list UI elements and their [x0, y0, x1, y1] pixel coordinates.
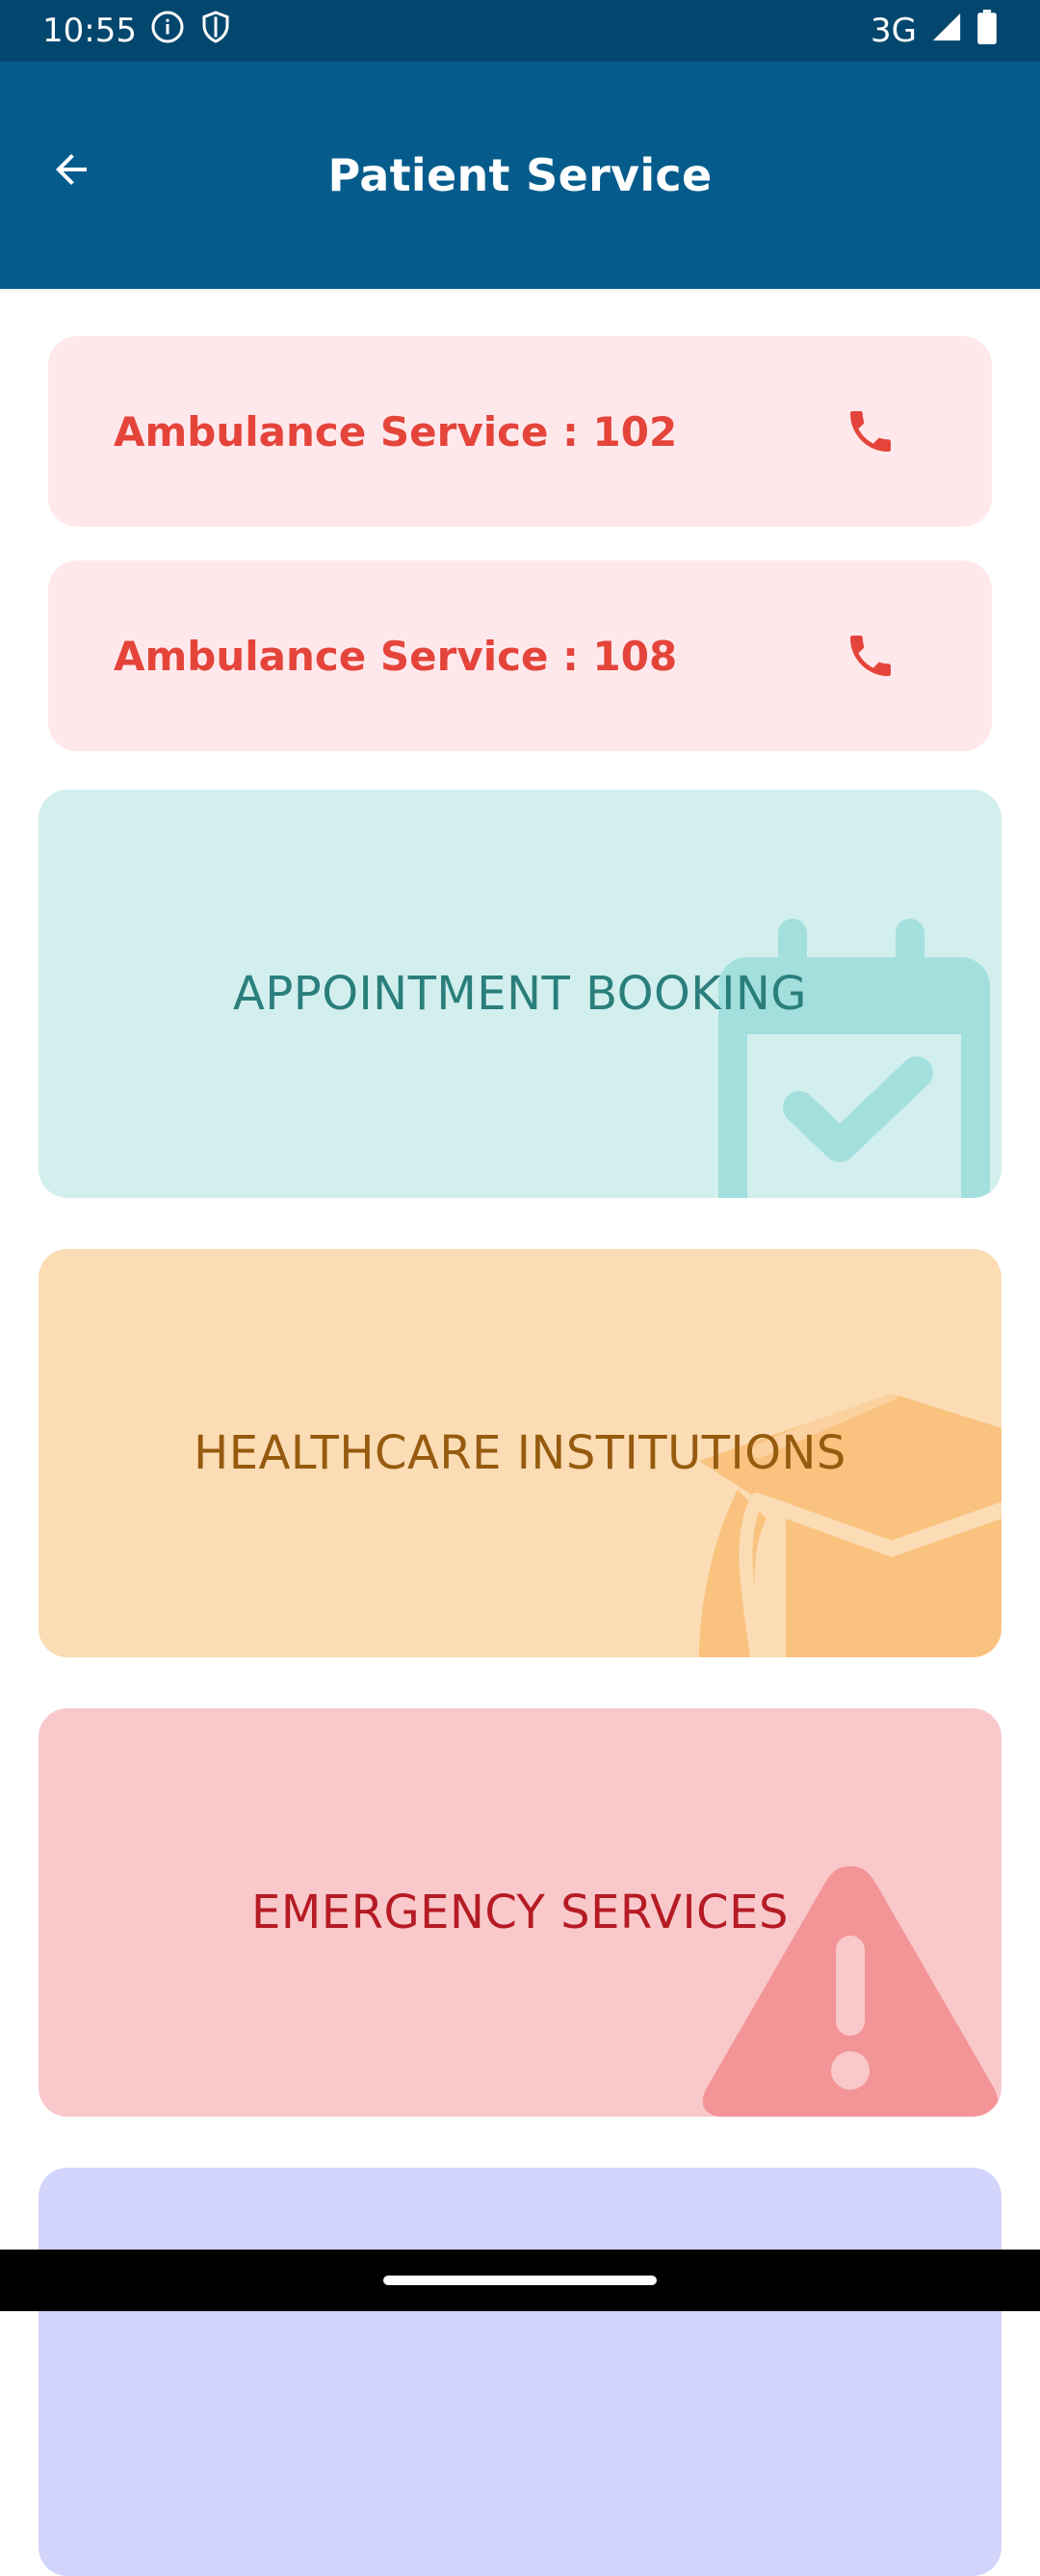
app-bar: Patient Service: [0, 62, 1040, 289]
home-gesture-bar[interactable]: [383, 2276, 657, 2285]
phone-icon[interactable]: [842, 627, 899, 685]
emergency-services-card[interactable]: EMERGENCY SERVICES: [39, 1708, 1001, 2117]
back-button[interactable]: [42, 143, 100, 200]
more-service-card[interactable]: [39, 2168, 1001, 2576]
status-bar: 10:55 3G: [0, 0, 1040, 62]
status-time: 10:55: [42, 12, 137, 50]
gesture-navigation-area: [0, 2250, 1040, 2311]
status-left: 10:55: [42, 10, 233, 53]
calendar-check-icon: [718, 919, 990, 1198]
status-right: 3G: [871, 9, 998, 53]
call-card-label: Ambulance Service : 108: [114, 632, 678, 680]
call-card-label: Ambulance Service : 102: [114, 407, 678, 455]
service-card-label: APPOINTMENT BOOKING: [233, 967, 807, 1021]
page-title: Patient Service: [327, 149, 713, 201]
service-card-label: HEALTHCARE INSTITUTIONS: [194, 1426, 846, 1480]
appointment-booking-card[interactable]: APPOINTMENT BOOKING: [39, 790, 1001, 1198]
network-type: 3G: [871, 12, 917, 50]
arrow-left-icon: [48, 146, 94, 196]
shield-icon: [198, 10, 233, 53]
ambulance-108-card[interactable]: Ambulance Service : 108: [48, 560, 992, 751]
healthcare-institutions-card[interactable]: HEALTHCARE INSTITUTIONS: [39, 1249, 1001, 1657]
phone-icon[interactable]: [842, 403, 899, 460]
ambulance-102-card[interactable]: Ambulance Service : 102: [48, 336, 992, 527]
info-icon: [150, 10, 185, 53]
battery-icon: [976, 9, 998, 53]
service-card-label: EMERGENCY SERVICES: [251, 1886, 789, 1939]
signal-icon: [930, 11, 963, 52]
